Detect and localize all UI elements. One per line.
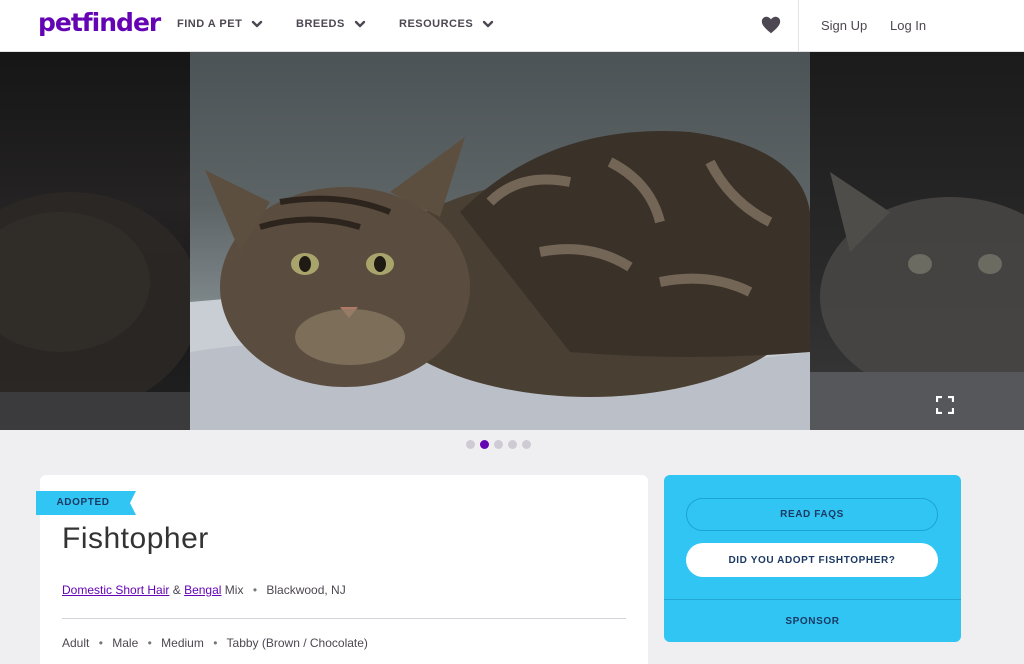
separator-dot: • <box>98 636 103 650</box>
nav-find-a-pet-label: FIND A PET <box>177 18 243 30</box>
heart-icon[interactable] <box>760 14 782 36</box>
breed-location-line: Domestic Short Hair & Bengal Mix • Black… <box>62 583 346 597</box>
nav-breeds-label: BREEDS <box>296 18 345 30</box>
read-faqs-button[interactable]: READ FAQS <box>686 498 938 531</box>
site-header: petfinder FIND A PET BREEDS RESOURCES Si… <box>0 0 1024 52</box>
next-photo[interactable] <box>810 52 1024 430</box>
pet-sex: Male <box>112 636 139 650</box>
breed-suffix: Mix <box>224 583 244 597</box>
pet-color: Tabby (Brown / Chocolate) <box>226 636 368 650</box>
pet-size: Medium <box>161 636 204 650</box>
chevron-down-icon <box>354 20 366 28</box>
separator-dot: • <box>252 583 258 597</box>
sign-up-link[interactable]: Sign Up <box>821 18 867 33</box>
photo-carousel[interactable] <box>0 52 1024 430</box>
main-pet-photo <box>190 52 810 430</box>
pet-location: Blackwood, NJ <box>266 583 346 597</box>
nav-resources-label: RESOURCES <box>399 18 474 30</box>
details-divider <box>62 618 626 619</box>
breed-link-bengal[interactable]: Bengal <box>184 583 221 597</box>
carousel-dot[interactable] <box>466 440 475 449</box>
carousel-dot[interactable] <box>494 440 503 449</box>
breed-joiner: & <box>172 583 181 597</box>
chevron-down-icon <box>482 20 494 28</box>
breed-link-domestic-short-hair[interactable]: Domestic Short Hair <box>62 583 169 597</box>
separator-dot: • <box>147 636 152 650</box>
expand-icon[interactable] <box>936 396 954 414</box>
nav-breeds[interactable]: BREEDS <box>296 17 367 31</box>
nav-resources[interactable]: RESOURCES <box>399 17 495 31</box>
pet-name: Fishtopher <box>62 522 209 555</box>
carousel-dot[interactable] <box>522 440 531 449</box>
carousel-dot[interactable] <box>508 440 517 449</box>
carousel-dot-active[interactable] <box>480 440 489 449</box>
pet-age: Adult <box>62 636 90 650</box>
pet-attributes: Adult • Male • Medium • Tabby (Brown / C… <box>62 636 368 650</box>
log-in-link[interactable]: Log In <box>890 18 926 33</box>
status-badge: ADOPTED <box>56 497 110 508</box>
header-divider <box>798 0 799 52</box>
nav-find-a-pet[interactable]: FIND A PET <box>177 17 264 31</box>
sponsor-button[interactable]: SPONSOR <box>664 600 961 642</box>
chevron-down-icon <box>252 20 263 28</box>
previous-photo[interactable] <box>0 52 200 430</box>
did-you-adopt-button[interactable]: DID YOU ADOPT FISHTOPHER? <box>686 543 938 577</box>
petfinder-logo[interactable]: petfinder <box>38 8 161 37</box>
carousel-pagination <box>466 440 531 449</box>
separator-dot: • <box>213 636 218 650</box>
